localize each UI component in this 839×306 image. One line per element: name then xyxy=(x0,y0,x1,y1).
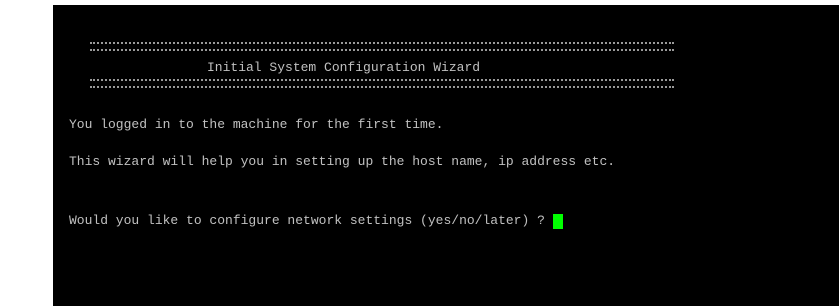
network-settings-prompt-row[interactable]: Would you like to configure network sett… xyxy=(69,213,563,229)
wizard-title: Initial System Configuration Wizard xyxy=(207,60,481,75)
terminal-window[interactable]: Initial System Configuration Wizard You … xyxy=(53,5,839,306)
header-rule-bottom xyxy=(90,79,674,88)
network-settings-prompt: Would you like to configure network sett… xyxy=(69,213,545,228)
header-rule-top xyxy=(90,42,674,51)
text-cursor[interactable] xyxy=(552,213,563,229)
wizard-help-message: This wizard will help you in setting up … xyxy=(69,154,616,169)
first-login-message: You logged in to the machine for the fir… xyxy=(69,117,444,132)
